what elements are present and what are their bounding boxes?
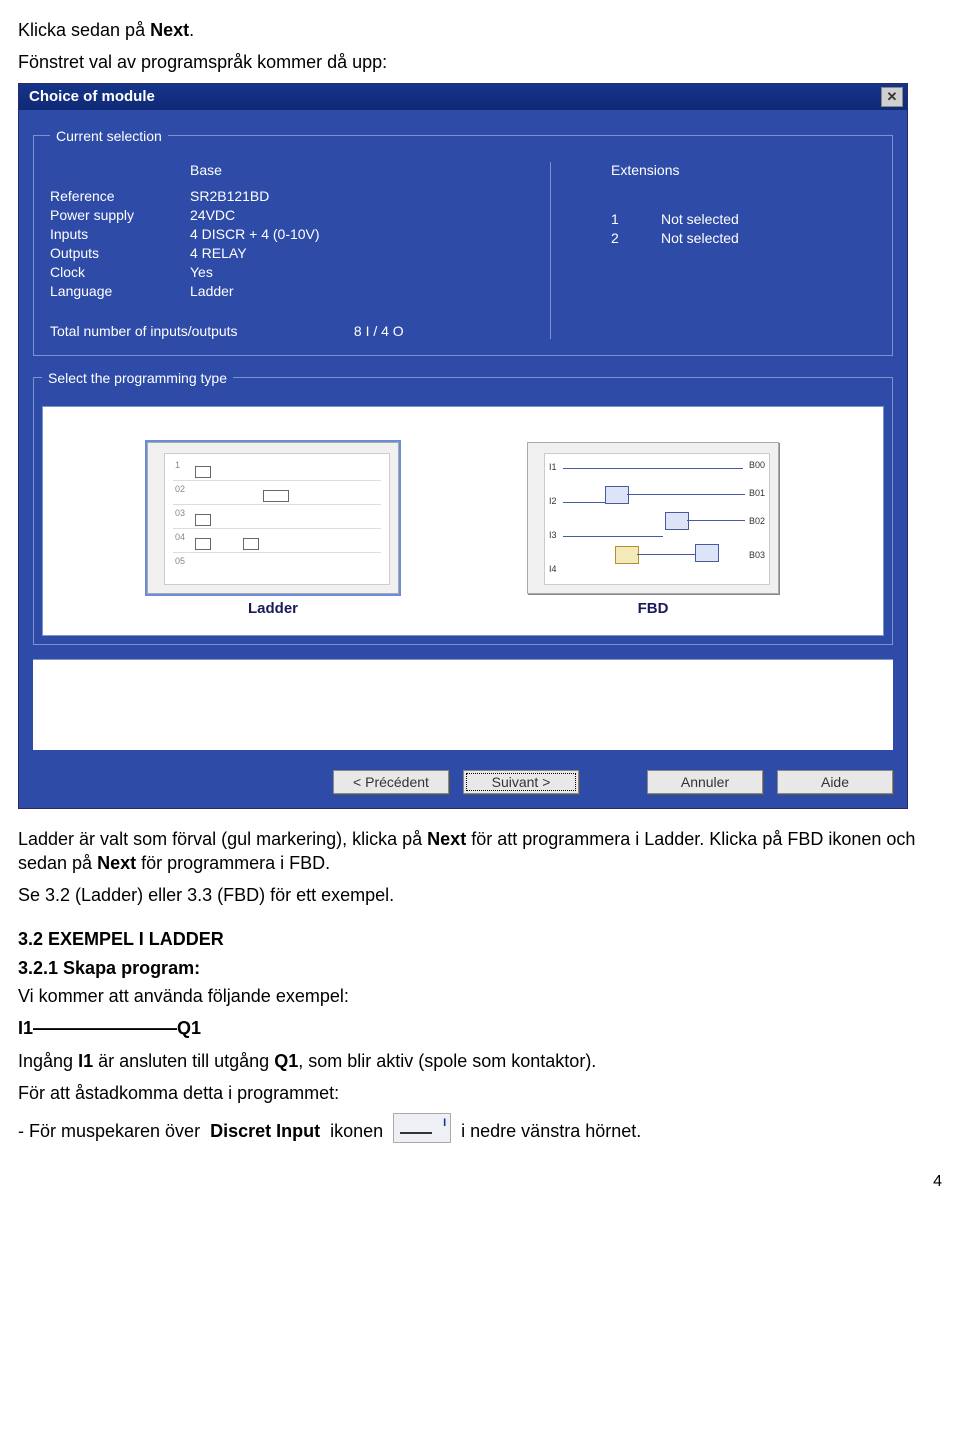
text: Ladder är valt som förval (gul markering…	[18, 829, 427, 849]
next-button[interactable]: Suivant >	[463, 770, 579, 794]
text: , som blir aktiv (spole som kontaktor).	[298, 1051, 596, 1071]
row-value: Ladder	[190, 283, 234, 299]
totals-value: 8 I / 4 O	[354, 323, 404, 339]
text: i nedre vänstra hörnet.	[461, 1119, 641, 1143]
after-p4: Ingång I1 är ansluten till utgång Q1, so…	[18, 1049, 942, 1073]
row-value: Yes	[190, 264, 213, 280]
bold: Q1	[274, 1051, 298, 1071]
totals-label: Total number of inputs/outputs	[50, 323, 350, 339]
page-number: 4	[18, 1173, 942, 1191]
text: är ansluten till utgång	[93, 1051, 274, 1071]
after-p6: - För muspekaren över Discret Input ikon…	[18, 1113, 942, 1143]
bold: I1	[78, 1051, 93, 1071]
row-label: Reference	[50, 188, 190, 204]
heading-3-2-1: 3.2.1 Skapa program:	[18, 956, 942, 980]
help-button[interactable]: Aide	[777, 770, 893, 794]
row-value: 24VDC	[190, 207, 235, 223]
prev-button[interactable]: < Précédent	[333, 770, 449, 794]
dialog-title: Choice of module	[29, 88, 155, 105]
ladder-option[interactable]: 1 02 03 04 05 Ladder	[147, 442, 399, 617]
text: för programmera i FBD.	[136, 853, 330, 873]
ext-value: Not selected	[661, 230, 739, 246]
after-p1: Ladder är valt som förval (gul markering…	[18, 827, 942, 876]
text: Ingång	[18, 1051, 78, 1071]
text: Klicka sedan på	[18, 20, 150, 40]
ext-num: 2	[611, 230, 661, 246]
ext-value: Not selected	[661, 211, 739, 227]
fbd-thumbnail: I1 I2 I3 I4 B00 B01 B02 B03	[527, 442, 779, 594]
row-value: SR2B121BD	[190, 188, 269, 204]
current-selection-group: Current selection Base ReferenceSR2B121B…	[33, 128, 893, 356]
row-value: 4 DISCR + 4 (0-10V)	[190, 226, 320, 242]
fbd-label: FBD	[638, 600, 669, 617]
row-label: Clock	[50, 264, 190, 280]
row-label: Outputs	[50, 245, 190, 261]
spacer-panel	[33, 659, 893, 750]
intro-line-2: Fönstret val av programspråk kommer då u…	[18, 50, 942, 74]
row-label: Power supply	[50, 207, 190, 223]
text: - För muspekaren över	[18, 1119, 200, 1143]
extensions-column: Extensions 1Not selected 2Not selected	[611, 162, 876, 339]
ladder-thumbnail: 1 02 03 04 05	[147, 442, 399, 594]
row-value: 4 RELAY	[190, 245, 247, 261]
programming-type-body: 1 02 03 04 05 Ladder I1 I2	[42, 406, 884, 636]
after-p5: För att åstadkomma detta i programmet:	[18, 1081, 942, 1105]
ladder-label: Ladder	[248, 600, 298, 617]
bold: Next	[427, 829, 466, 849]
group-legend: Select the programming type	[42, 370, 233, 386]
bold: Next	[150, 20, 189, 40]
dialog-titlebar: Choice of module ✕	[19, 84, 907, 110]
close-icon[interactable]: ✕	[881, 87, 903, 107]
discret-input-icon	[393, 1113, 451, 1143]
heading-3-2: 3.2 EXEMPEL I LADDER	[18, 927, 942, 951]
dialog-window: Choice of module ✕ Current selection Bas…	[18, 83, 908, 809]
fbd-option[interactable]: I1 I2 I3 I4 B00 B01 B02 B03	[527, 442, 779, 617]
dialog-body: Current selection Base ReferenceSR2B121B…	[19, 110, 907, 760]
intro-line-1: Klicka sedan på Next.	[18, 18, 942, 42]
extensions-header: Extensions	[611, 162, 876, 178]
group-legend: Current selection	[50, 128, 168, 144]
column-divider	[550, 162, 551, 339]
after-p2: Se 3.2 (Ladder) eller 3.3 (FBD) för ett …	[18, 883, 942, 907]
bold: Discret Input	[210, 1119, 320, 1143]
io-text: I1————————Q1	[18, 1018, 201, 1038]
ext-num: 1	[611, 211, 661, 227]
bold: Next	[97, 853, 136, 873]
text: ikonen	[330, 1119, 383, 1143]
cancel-button[interactable]: Annuler	[647, 770, 763, 794]
dialog-button-bar: < Précédent Suivant > Annuler Aide	[19, 760, 907, 808]
after-p3: Vi kommer att använda följande exempel:	[18, 984, 942, 1008]
text: .	[189, 20, 194, 40]
base-column: Base ReferenceSR2B121BD Power supply24VD…	[50, 162, 490, 339]
base-header: Base	[190, 162, 222, 178]
row-label: Language	[50, 283, 190, 299]
row-label: Inputs	[50, 226, 190, 242]
programming-type-group: Select the programming type 1 02 03 04 0…	[33, 370, 893, 645]
io-line: I1————————Q1	[18, 1016, 942, 1040]
